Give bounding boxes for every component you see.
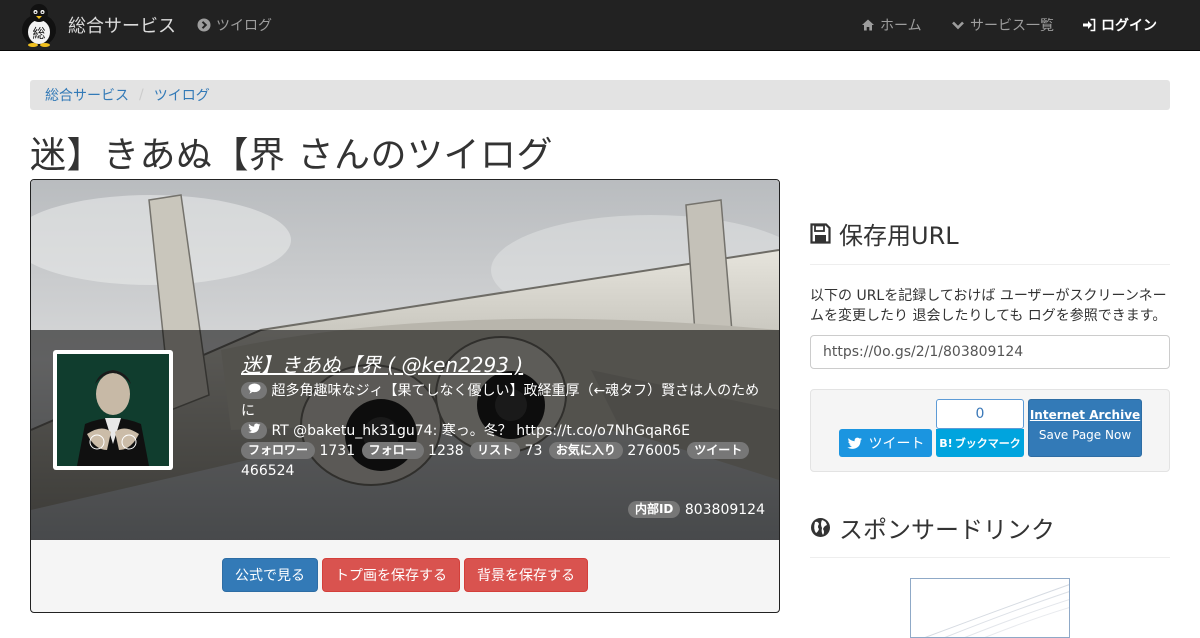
internal-id-label: 内部ID	[627, 501, 681, 518]
twitter-bird-icon	[846, 437, 862, 449]
internet-archive-button[interactable]: Internet Archive Save Page Now	[1028, 399, 1142, 457]
nav-services-label: サービス一覧	[970, 18, 1054, 34]
view-official-button[interactable]: 公式で見る	[222, 558, 318, 592]
tweets-count: 466524	[241, 463, 295, 479]
ad-image	[924, 584, 1069, 637]
nav-login[interactable]: ログイン	[1082, 0, 1157, 50]
tweets-label: ツイート	[687, 442, 750, 459]
internet-archive-title: Internet Archive	[1029, 408, 1141, 422]
followers-count: 1731	[319, 443, 356, 459]
breadcrumb: 総合サービス / ツイログ	[30, 80, 1170, 110]
brand-logo-glyph: 総	[32, 27, 45, 42]
penguin-logo-icon: 総	[22, 4, 56, 47]
nav-login-label: ログイン	[1101, 18, 1157, 34]
hatena-bookmark-label: ブックマーク	[954, 437, 1021, 450]
internal-id-value: 803809124	[684, 502, 765, 518]
nav-tweetlog-label: ツイログ	[216, 18, 272, 34]
lists-label: リスト	[470, 442, 521, 459]
share-well: ツイート 0 B! ブックマーク Internet Archive Save P…	[810, 389, 1170, 472]
chevron-down-icon	[952, 21, 964, 30]
breadcrumb-separator: /	[139, 87, 144, 103]
save-url-description: 以下の URLを記録しておけば ユーザーがスクリーンネームを変更したり 退会した…	[810, 288, 1167, 324]
nav-home[interactable]: ホーム	[861, 0, 922, 50]
breadcrumb-tweetlog[interactable]: ツイログ	[154, 85, 210, 105]
save-background-button[interactable]: 背景を保存する	[464, 558, 588, 592]
followers-label: フォロワー	[241, 442, 316, 459]
favorites-label: お気に入り	[548, 442, 623, 459]
sponsored-heading-text: スポンサードリンク	[839, 516, 1055, 544]
globe-icon	[811, 518, 830, 537]
lists-count: 73	[524, 443, 543, 459]
save-url-heading: 保存用URL	[810, 216, 959, 251]
profile-name-link[interactable]: 迷】きあぬ【界 ( @ken2293 )	[241, 351, 523, 379]
profile-actions: 公式で見る トプ画を保存する 背景を保存する	[31, 558, 779, 592]
breadcrumb-home[interactable]: 総合サービス	[45, 85, 129, 105]
divider	[810, 264, 1170, 265]
save-url-input[interactable]	[810, 335, 1170, 369]
sponsored-heading: スポンサードリンク	[810, 510, 1055, 545]
navbar: 総 総合サービス ツイログ ホーム サービス一覧 ログイン	[0, 0, 1200, 51]
hatena-bookmark-count: 0	[936, 399, 1024, 429]
profile-bio-row: 超多角趣味なジィ【果てしなく優しい】政経重厚（←魂タフ）賢さは人のために	[241, 381, 765, 421]
ad-banner[interactable]	[910, 578, 1070, 638]
tweet-button-label: ツイート	[868, 436, 925, 452]
profile-latest-tweet: RT @baketu_hk31gu74: 寒っ。冬？ https://t.co/…	[271, 423, 690, 439]
comment-icon	[241, 382, 267, 399]
home-icon	[862, 19, 874, 31]
profile-panel: 迷】きあぬ【界 ( @ken2293 ) 超多角趣味なジィ【果てしなく優しい】政…	[30, 179, 780, 613]
brand-link[interactable]: 総 総合サービス	[18, 2, 176, 48]
profile-info: 迷】きあぬ【界 ( @ken2293 ) 超多角趣味なジィ【果てしなく優しい】政…	[241, 351, 765, 481]
save-icon-button[interactable]: トプ画を保存する	[322, 558, 460, 592]
internet-archive-action: Save Page Now	[1038, 428, 1132, 442]
hatena-bookmark-icon: B!	[939, 436, 953, 450]
divider	[810, 557, 1170, 558]
tweet-button[interactable]: ツイート	[839, 429, 932, 457]
profile-bio: 超多角趣味なジィ【果てしなく優しい】政経重厚（←魂タフ）賢さは人のために	[241, 383, 760, 419]
floppy-disk-icon	[810, 223, 831, 244]
nav-services[interactable]: サービス一覧	[951, 0, 1054, 50]
following-count: 1238	[428, 443, 464, 459]
favorites-count: 276005	[627, 443, 681, 459]
profile-latest-tweet-row: RT @baketu_hk31gu74: 寒っ。冬？ https://t.co/…	[241, 421, 765, 441]
profile-stats-row: フォロワー 1731 フォロー 1238 リスト 73 お気に入り 276005…	[241, 441, 765, 481]
hatena-bookmark-button[interactable]: B! ブックマーク	[936, 429, 1024, 457]
brand-title: 総合サービス	[68, 16, 176, 37]
chevron-circle-right-icon	[197, 18, 211, 32]
sign-in-icon	[1083, 18, 1096, 32]
avatar-image	[57, 354, 169, 466]
nav-tweetlog[interactable]: ツイログ	[197, 0, 272, 50]
following-label: フォロー	[361, 442, 424, 459]
save-url-heading-text: 保存用URL	[839, 222, 959, 250]
page-title: 迷】きあぬ【界 さんのツイログ	[30, 135, 553, 176]
twitter-bird-icon	[241, 422, 267, 439]
internal-id: 内部ID 803809124	[627, 500, 765, 520]
avatar[interactable]	[53, 350, 173, 470]
nav-home-label: ホーム	[880, 18, 922, 34]
